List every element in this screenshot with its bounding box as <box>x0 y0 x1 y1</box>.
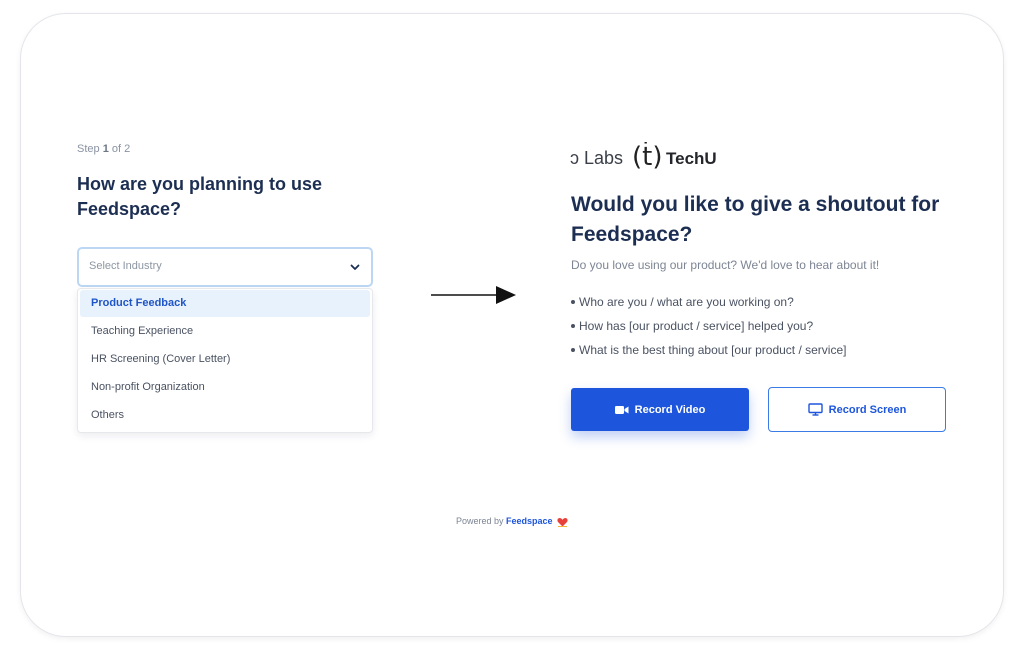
logo-techu: TechU <box>666 149 717 168</box>
video-camera-icon <box>614 405 629 414</box>
arrow-right-icon <box>431 286 516 304</box>
monitor-icon <box>807 403 823 416</box>
dropdown-option-others[interactable]: Others <box>80 402 370 429</box>
prompt-item: What is the best thing about [our produc… <box>571 343 846 357</box>
record-screen-button[interactable]: Record Screen <box>768 387 946 432</box>
dropdown-option-hr-screening[interactable]: HR Screening (Cover Letter) <box>80 346 370 373</box>
preview-title: Would you like to give a shoutout for Fe… <box>571 193 940 246</box>
powered-by-text: Powered by <box>455 516 504 526</box>
industry-dropdown: Product Feedback Teaching Experience HR … <box>77 288 373 433</box>
industry-select[interactable]: Select Industry <box>77 247 373 287</box>
customer-logos: ɔ Labs (ṫ) TechU <box>570 142 730 176</box>
prompt-item: Who are you / what are you working on? <box>571 295 794 309</box>
logo-mark: (ṫ) <box>632 142 663 172</box>
powered-by-footer: Powered by Feedspace <box>0 516 1024 527</box>
prompt-item: How has [our product / service] helped y… <box>571 319 813 333</box>
logo-labs: ɔ Labs <box>570 148 624 168</box>
record-video-button[interactable]: Record Video <box>571 388 749 431</box>
record-screen-label: Record Screen <box>828 403 907 416</box>
preview-subtitle: Do you love using our product? We'd love… <box>571 258 880 272</box>
feedspace-link[interactable]: Feedspace <box>506 516 553 526</box>
step-indicator: Step 1 of 2 <box>77 143 131 155</box>
bullet-icon <box>571 347 575 352</box>
dropdown-option-non-profit[interactable]: Non-profit Organization <box>80 374 370 401</box>
heart-icon <box>557 517 568 527</box>
bullet-icon <box>571 323 575 328</box>
dropdown-option-product-feedback[interactable]: Product Feedback <box>80 290 370 317</box>
chevron-down-icon <box>350 264 360 270</box>
record-video-label: Record Video <box>634 403 706 416</box>
dropdown-option-teaching-experience[interactable]: Teaching Experience <box>80 318 370 345</box>
industry-select-placeholder: Select Industry <box>89 260 162 272</box>
bullet-icon <box>571 299 575 304</box>
question-title: How are you planning to use Feedspace? <box>77 174 323 219</box>
